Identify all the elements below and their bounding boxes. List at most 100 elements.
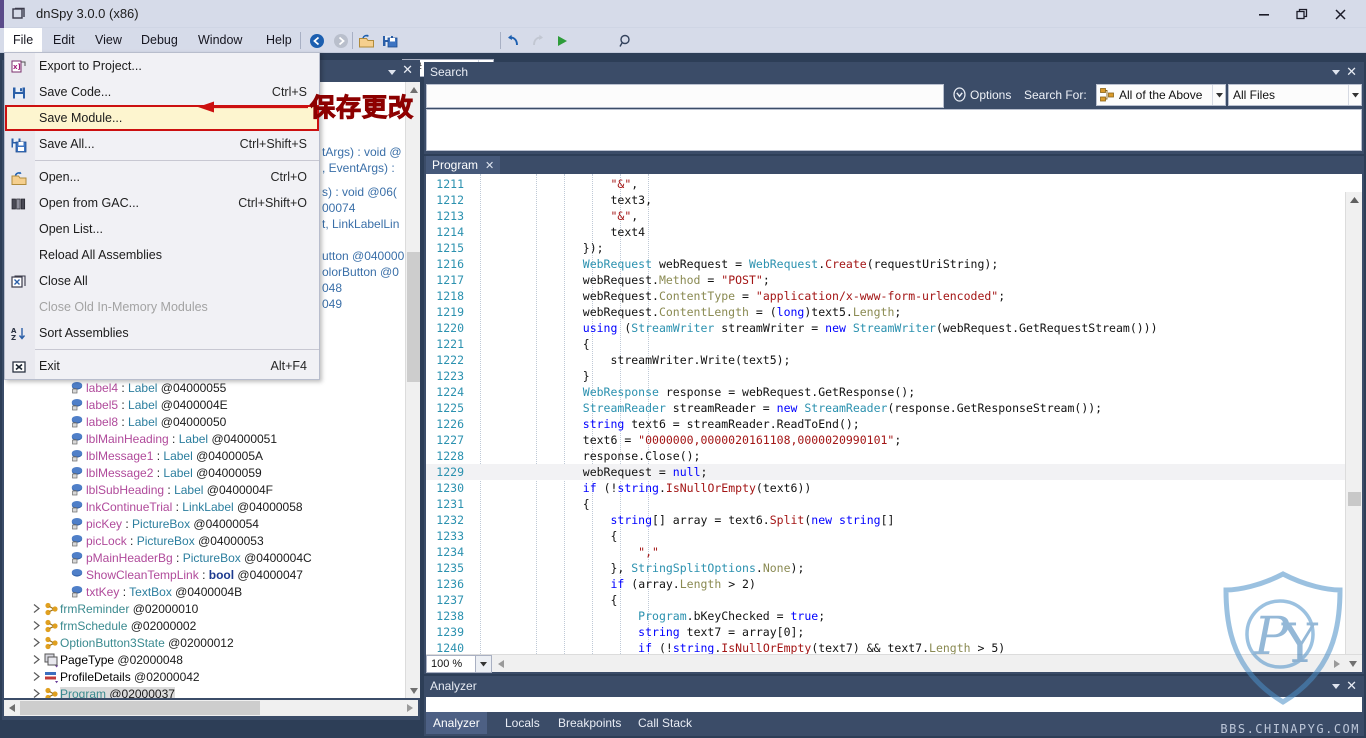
chevron-circle-down-icon[interactable] [952, 87, 967, 105]
code-line[interactable]: 1235 }, StringSplitOptions.None); [426, 560, 1345, 576]
tree-item[interactable]: label8 : Label @04000050 [4, 414, 312, 431]
tree-item[interactable]: ShowCleanTempLink : bool @04000047 [4, 567, 312, 584]
open-folder-icon[interactable] [356, 31, 377, 50]
close-button[interactable] [1322, 0, 1358, 28]
search-for-combo[interactable]: All of the Above [1096, 84, 1226, 106]
tree-item[interactable]: picKey : PictureBox @04000054 [4, 516, 312, 533]
code-line[interactable]: 1230 if (!string.IsNullOrEmpty(text6)) [426, 480, 1345, 496]
chevron-down-icon[interactable] [388, 64, 396, 78]
code-line[interactable]: 1234 "," [426, 544, 1345, 560]
file-filter-combo[interactable]: All Files [1228, 84, 1362, 106]
tree-item[interactable]: lblSubHeading : Label @0400004F [4, 482, 312, 499]
minimize-button[interactable] [1246, 0, 1282, 28]
expander-collapsed-icon[interactable] [30, 618, 43, 635]
analyzer-content[interactable] [426, 697, 1362, 712]
tab-breakpoints[interactable]: Breakpoints [551, 712, 628, 734]
tree-item[interactable]: frmReminder @02000010 [4, 601, 312, 618]
chevron-down-icon[interactable] [1332, 67, 1340, 77]
expander-collapsed-icon[interactable] [30, 669, 43, 686]
tree-item[interactable]: frmSchedule @02000002 [4, 618, 312, 635]
code-line[interactable]: 1225 StreamReader streamReader = new Str… [426, 400, 1345, 416]
code-line[interactable]: 1240 if (!string.IsNullOrEmpty(text7) &&… [426, 640, 1345, 654]
code-line[interactable]: 1228 response.Close(); [426, 448, 1345, 464]
editor-vertical-scrollbar[interactable] [1345, 192, 1362, 654]
save-all-toolbar-icon[interactable] [380, 31, 401, 50]
menu-debug[interactable]: Debug [132, 28, 187, 53]
code-line[interactable]: 1236 if (array.Length > 2) [426, 576, 1345, 592]
code-line[interactable]: 1237 { [426, 592, 1345, 608]
code-line[interactable]: 1220 using (StreamWriter streamWriter = … [426, 320, 1345, 336]
code-line[interactable]: 1232 string[] array = text6.Split(new st… [426, 512, 1345, 528]
start-play-icon[interactable] [551, 31, 572, 50]
menu-item-reload-all-assemblies[interactable]: Reload All Assemblies [5, 242, 319, 268]
close-icon[interactable]: ✕ [402, 62, 413, 78]
code-line[interactable]: 1217 webRequest.Method = "POST"; [426, 272, 1345, 288]
code-line[interactable]: 1233 { [426, 528, 1345, 544]
search-options-button[interactable]: Options [952, 87, 1011, 105]
scroll-left-icon[interactable] [4, 700, 20, 716]
code-line[interactable]: 1231 { [426, 496, 1345, 512]
scroll-down-icon[interactable] [406, 683, 421, 698]
tree-item[interactable]: ProfileDetails @02000042 [4, 669, 312, 686]
redo-icon[interactable] [527, 31, 548, 50]
tab-call-stack[interactable]: Call Stack [631, 712, 699, 734]
scroll-left-icon[interactable] [494, 656, 508, 672]
tree-item[interactable]: picLock : PictureBox @04000053 [4, 533, 312, 550]
menu-item-sort-assemblies[interactable]: A Z Sort Assemblies [5, 320, 319, 346]
code-lines[interactable]: 1211 "&", 1212 text3, 1213 "&", 1214 text4 1… [426, 174, 1345, 654]
code-line[interactable]: 1238 Program.bKeyChecked = true; [426, 608, 1345, 624]
code-line[interactable]: 1216 WebRequest webRequest = WebRequest.… [426, 256, 1345, 272]
zoom-level-value[interactable]: 100 % [426, 655, 476, 673]
scroll-right-icon[interactable] [1330, 656, 1344, 672]
tree-vertical-scrollbar[interactable] [405, 82, 420, 698]
back-arrow-icon[interactable] [306, 31, 327, 50]
menu-item-close-all[interactable]: Close All [5, 268, 319, 294]
tree-item[interactable]: label4 : Label @04000055 [4, 380, 312, 397]
tree-item[interactable]: txtKey : TextBox @0400004B [4, 584, 312, 601]
tree-item[interactable]: Program @02000037 [4, 686, 312, 698]
tree-item[interactable]: pMainHeaderBg : PictureBox @0400004C [4, 550, 312, 567]
scroll-down-icon[interactable] [1346, 656, 1360, 672]
tab-program[interactable]: Program ✕ [426, 156, 501, 174]
magnifier-icon[interactable] [615, 31, 636, 50]
menu-item-save-all[interactable]: Save All... Ctrl+Shift+S [5, 131, 319, 157]
code-line[interactable]: 1221 { [426, 336, 1345, 352]
expander-collapsed-icon[interactable] [30, 686, 43, 698]
close-icon[interactable]: ✕ [1346, 64, 1357, 80]
code-line[interactable]: 1239 string text7 = array[0]; [426, 624, 1345, 640]
expander-collapsed-icon[interactable] [30, 601, 43, 618]
maximize-button[interactable] [1284, 0, 1320, 28]
menu-edit[interactable]: Edit [44, 28, 84, 53]
zoom-dropdown-icon[interactable] [476, 655, 492, 673]
code-line[interactable]: 1212 text3, [426, 192, 1345, 208]
code-line[interactable]: 1218 webRequest.ContentType = "applicati… [426, 288, 1345, 304]
expander-collapsed-icon[interactable] [30, 635, 43, 652]
code-line[interactable]: 1219 webRequest.ContentLength = (long)te… [426, 304, 1345, 320]
tree-item[interactable]: PageType @02000048 [4, 652, 312, 669]
code-editor[interactable]: 1211 "&", 1212 text3, 1213 "&", 1214 text4 1… [426, 174, 1362, 654]
menu-item-export-to-project[interactable]: x] Export to Project... [5, 53, 319, 79]
search-results-list[interactable] [426, 109, 1362, 151]
expander-collapsed-icon[interactable] [30, 652, 43, 669]
code-line[interactable]: 1215 }); [426, 240, 1345, 256]
code-line[interactable]: 1214 text4 [426, 224, 1345, 240]
forward-arrow-icon[interactable] [330, 31, 351, 50]
scroll-right-icon[interactable] [402, 700, 418, 716]
tab-analyzer[interactable]: Analyzer [426, 712, 487, 734]
menu-window[interactable]: Window [189, 28, 251, 53]
tree-item[interactable]: lnkContinueTrial : LinkLabel @04000058 [4, 499, 312, 516]
code-line[interactable]: 1224 WebResponse response = webRequest.G… [426, 384, 1345, 400]
menu-item-open-from-gac[interactable]: Open from GAC... Ctrl+Shift+O [5, 190, 319, 216]
menu-item-exit[interactable]: Exit Alt+F4 [5, 353, 319, 379]
menu-item-open-list[interactable]: Open List... [5, 216, 319, 242]
menu-help[interactable]: Help [257, 28, 301, 53]
menu-view[interactable]: View [86, 28, 131, 53]
close-icon[interactable]: ✕ [1346, 678, 1357, 694]
search-input[interactable] [426, 84, 944, 108]
tree-hscroll-thumb[interactable] [20, 701, 260, 715]
tab-close-icon[interactable]: ✕ [485, 160, 494, 172]
tree-item[interactable]: label5 : Label @0400004E [4, 397, 312, 414]
code-line[interactable]: 1222 streamWriter.Write(text5); [426, 352, 1345, 368]
tab-locals[interactable]: Locals [498, 712, 547, 734]
undo-icon[interactable] [503, 31, 524, 50]
